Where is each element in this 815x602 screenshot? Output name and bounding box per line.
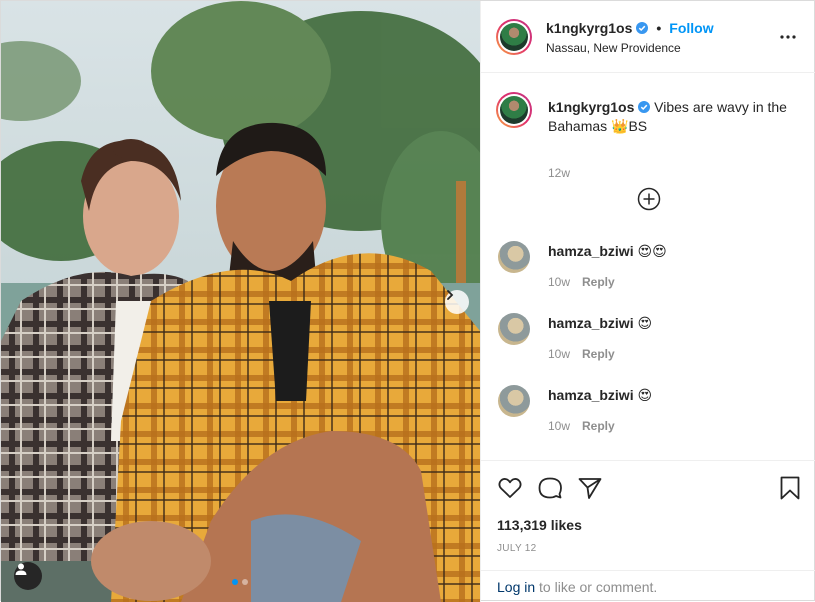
comment-bubble-icon[interactable] xyxy=(537,475,563,501)
header-separator: • xyxy=(656,20,662,36)
bookmark-icon[interactable] xyxy=(777,475,803,501)
comment-text-line: hamza_bziwi 😍😍 xyxy=(548,243,667,260)
comment-text-line: hamza_bziwi 😍 xyxy=(548,315,652,332)
carousel-next-button[interactable] xyxy=(445,290,469,314)
user-tag-icon xyxy=(15,563,27,575)
post-date[interactable]: JULY 12 xyxy=(497,543,537,554)
author-avatar[interactable] xyxy=(496,19,532,55)
reply-button[interactable]: Reply xyxy=(582,275,615,289)
commenter-avatar[interactable] xyxy=(498,313,530,345)
comment-meta: 10w Reply xyxy=(548,347,615,361)
carousel-indicator xyxy=(232,579,248,585)
caption-avatar[interactable] xyxy=(496,92,532,128)
post-header: k1ngkyrg1os • Follow Nassau, New Provide… xyxy=(481,1,815,73)
login-prompt-text: to like or comment. xyxy=(535,579,658,595)
caption-timestamp[interactable]: 12w xyxy=(548,166,570,180)
post-photo[interactable] xyxy=(1,1,480,602)
comment-time[interactable]: 10w xyxy=(548,275,570,289)
author-line: k1ngkyrg1os • Follow xyxy=(546,20,714,36)
verified-badge-icon xyxy=(638,101,651,113)
caption-text-block: k1ngkyrg1os Vibes are wavy in the Bahama… xyxy=(548,98,802,136)
chevron-right-icon xyxy=(447,290,454,300)
reply-button[interactable]: Reply xyxy=(582,347,615,361)
comment-meta: 10w Reply xyxy=(548,419,615,433)
commenter-avatar[interactable] xyxy=(498,241,530,273)
comment-time[interactable]: 10w xyxy=(548,347,570,361)
verified-badge-icon xyxy=(636,22,649,34)
more-options-icon[interactable] xyxy=(778,27,798,47)
commenter-username[interactable]: hamza_bziwi xyxy=(548,315,634,331)
plus-circle-icon[interactable] xyxy=(637,187,661,211)
commenter-username[interactable]: hamza_bziwi xyxy=(548,387,634,403)
commenter-avatar[interactable] xyxy=(498,385,530,417)
comment-item: hamza_bziwi 😍 10w Reply xyxy=(496,385,802,445)
paper-plane-icon[interactable] xyxy=(577,475,603,501)
reply-button[interactable]: Reply xyxy=(582,419,615,433)
tagged-users-button[interactable] xyxy=(14,562,42,590)
post-modal: k1ngkyrg1os • Follow Nassau, New Provide… xyxy=(0,0,815,602)
post-side-panel: k1ngkyrg1os • Follow Nassau, New Provide… xyxy=(480,1,815,602)
follow-button[interactable]: Follow xyxy=(669,20,713,36)
login-prompt: Log in to like or comment. xyxy=(481,570,815,602)
comments-section[interactable]: k1ngkyrg1os Vibes are wavy in the Bahama… xyxy=(481,74,815,460)
comment-text-line: hamza_bziwi 😍 xyxy=(548,387,652,404)
caption-username[interactable]: k1ngkyrg1os xyxy=(548,99,634,115)
comment-text: 😍 xyxy=(637,315,653,331)
photo-illustration xyxy=(1,1,480,602)
login-link[interactable]: Log in xyxy=(497,579,535,595)
comment-item: hamza_bziwi 😍😍 10w Reply xyxy=(496,241,802,301)
carousel-dot xyxy=(242,579,248,585)
carousel-dot-active xyxy=(232,579,238,585)
likes-count[interactable]: 113,319 likes xyxy=(497,517,582,533)
comment-text: 😍😍 xyxy=(637,243,667,259)
post-actions: 113,319 likes JULY 12 xyxy=(481,460,815,570)
post-location[interactable]: Nassau, New Providence xyxy=(546,41,681,55)
comment-meta: 10w Reply xyxy=(548,275,615,289)
author-username[interactable]: k1ngkyrg1os xyxy=(546,20,632,36)
commenter-username[interactable]: hamza_bziwi xyxy=(548,243,634,259)
comment-item: hamza_bziwi 😍 10w Reply xyxy=(496,313,802,373)
comment-text: 😍 xyxy=(637,387,653,403)
comment-time[interactable]: 10w xyxy=(548,419,570,433)
heart-icon[interactable] xyxy=(497,475,523,501)
